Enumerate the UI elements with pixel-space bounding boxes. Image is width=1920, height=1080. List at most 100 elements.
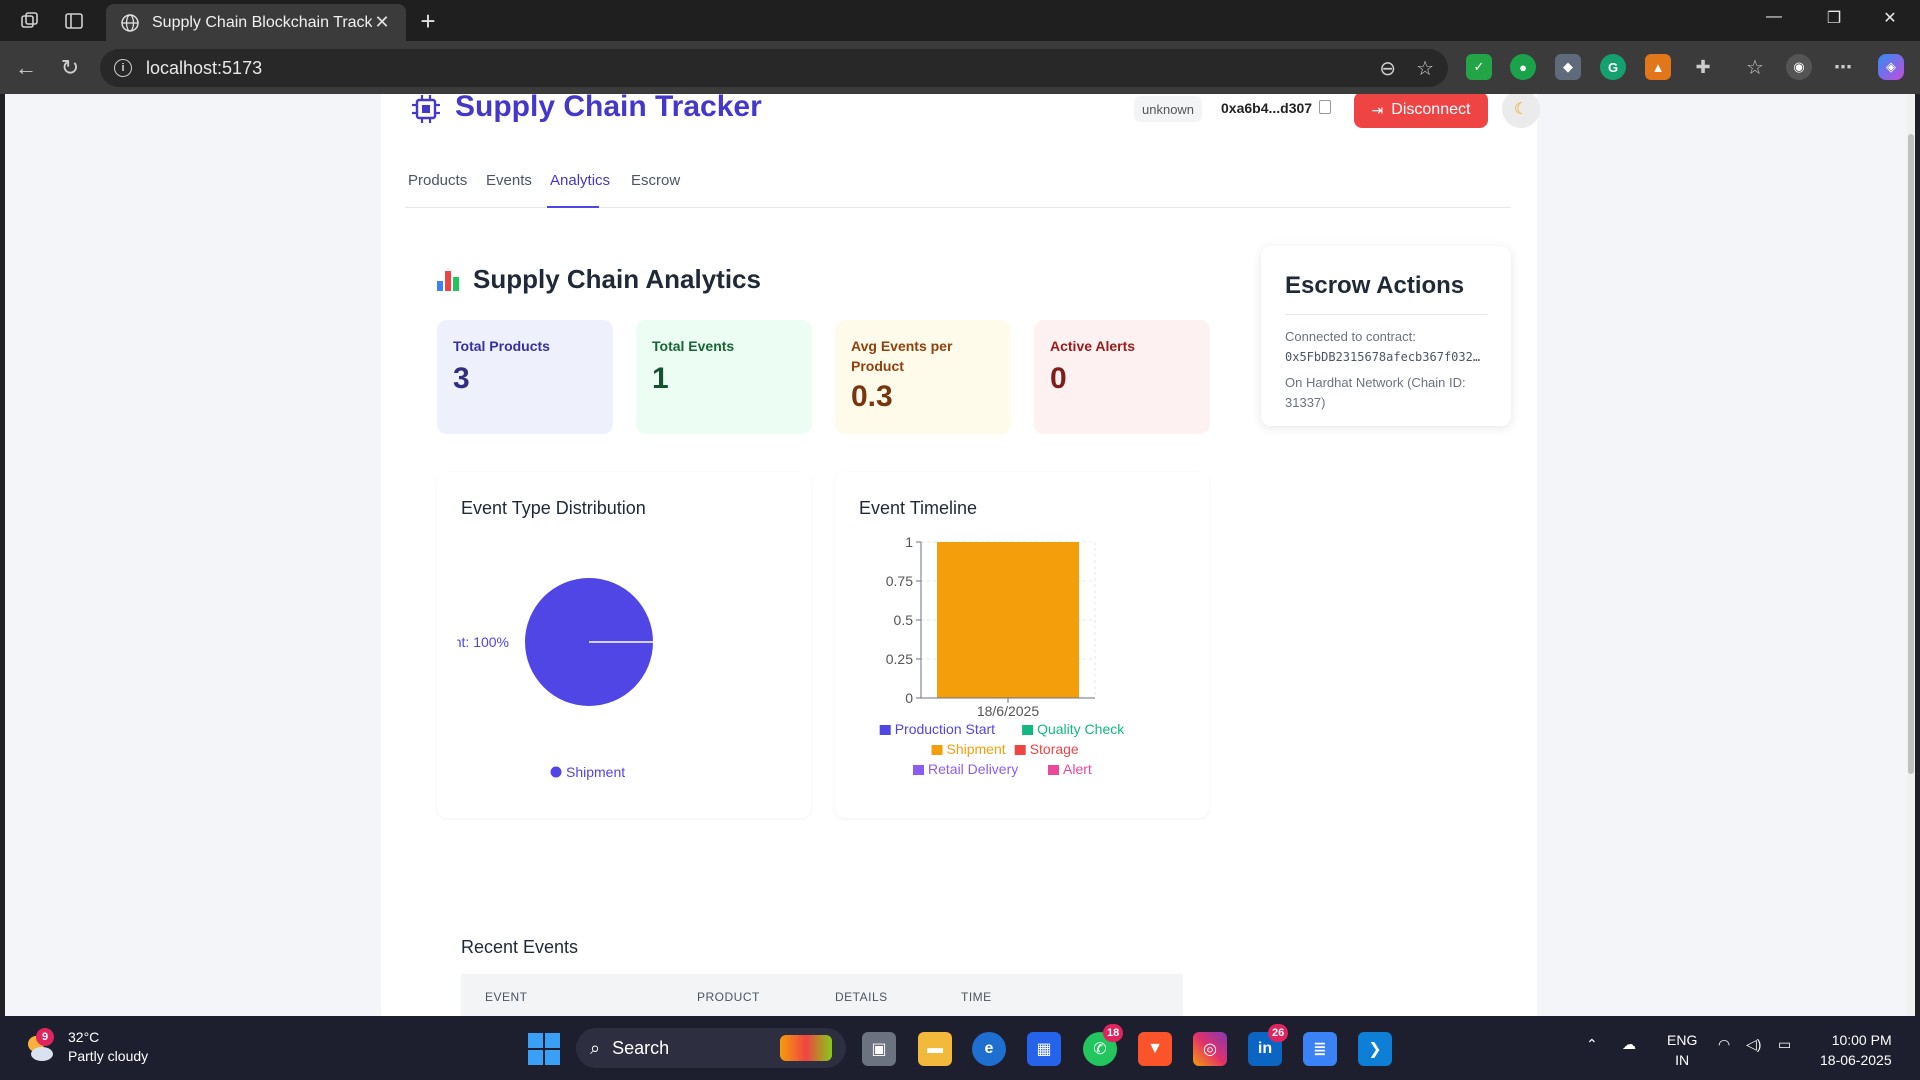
escrow-connected-line: Connected to contract: 0x5FbDB2315678afe…	[1285, 327, 1487, 367]
onedrive-icon[interactable]: ☁	[1622, 1036, 1636, 1053]
wifi-icon[interactable]: ◠	[1718, 1036, 1730, 1053]
tab-title: Supply Chain Blockchain Tracker	[152, 13, 372, 31]
favorites-icon[interactable]: ☆	[1742, 54, 1768, 80]
copy-icon[interactable]	[1319, 100, 1331, 114]
stat-card-avg-events: Avg Events per Product 0.3	[835, 320, 1011, 434]
browser-tab-active[interactable]: Supply Chain Blockchain Tracker ✕	[106, 4, 406, 41]
notepad-icon[interactable]: ≣	[1303, 1032, 1337, 1066]
search-icon: ⌕	[590, 1037, 601, 1058]
app-container: Supply Chain Tracker unknown 0xa6b4...d3…	[381, 94, 1540, 1016]
volume-icon[interactable]: ◁)	[1746, 1036, 1761, 1053]
legend-label: Alert	[1063, 761, 1092, 777]
restore-icon[interactable]: ❐	[1814, 8, 1854, 28]
bar-chart: 0 0.25 0.5 0.75 1 18/6/2025 Production Start Qu…	[879, 534, 1125, 777]
site-info-icon[interactable]: i	[114, 59, 132, 77]
favorite-star-icon[interactable]: ☆	[1416, 56, 1434, 81]
y-tick-label: 1	[905, 534, 913, 550]
more-menu-icon[interactable]: ⋯	[1830, 54, 1856, 80]
scrollbar-thumb[interactable]	[1908, 134, 1914, 774]
vertical-tabs-icon[interactable]	[62, 9, 86, 33]
page-viewport: Supply Chain Tracker unknown 0xa6b4...d3…	[5, 94, 1915, 1016]
escrow-contract-address: 0x5FbDB2315678afecb367f032d93F642f64180a…	[1285, 350, 1487, 364]
back-icon[interactable]: ←	[12, 54, 40, 82]
stat-value: 0	[1050, 362, 1067, 395]
language-indicator[interactable]: ENG IN	[1667, 1030, 1697, 1070]
app-header: Supply Chain Tracker unknown 0xa6b4...d3…	[411, 94, 1540, 134]
tab-products[interactable]: Products	[405, 162, 470, 208]
y-tick-label: 0.75	[886, 573, 913, 589]
stat-label: Avg Events per Product	[851, 338, 953, 374]
logout-icon: ⇥	[1371, 101, 1384, 118]
stat-label: Total Events	[652, 338, 735, 354]
legend-label: Quality Check	[1037, 721, 1125, 737]
column-header-details: DETAILS	[835, 990, 888, 1004]
extensions-puzzle-icon[interactable]: ✚	[1690, 54, 1716, 80]
language-line-1: ENG	[1667, 1032, 1698, 1048]
stat-label: Active Alerts	[1050, 338, 1136, 354]
close-tab-icon[interactable]: ✕	[372, 12, 392, 33]
stat-card-active-alerts: Active Alerts 0	[1034, 320, 1210, 434]
tab-events[interactable]: Events	[483, 162, 535, 208]
close-window-icon[interactable]: ✕	[1870, 8, 1910, 28]
pie-slice-label: Shipment: 100%	[437, 634, 509, 650]
network-badge: unknown	[1134, 96, 1203, 122]
metamask-extension-icon[interactable]: ▲	[1645, 54, 1671, 80]
page-scrollbar[interactable]	[1907, 94, 1915, 1016]
file-explorer-icon[interactable]: ▬	[918, 1032, 952, 1066]
vscode-icon[interactable]: ❯	[1358, 1032, 1392, 1066]
column-header-product: PRODUCT	[697, 990, 760, 1004]
windows-start-icon[interactable]	[528, 1033, 560, 1065]
new-tab-icon[interactable]: +	[414, 6, 442, 37]
tray-overflow-icon[interactable]: ⌃	[1586, 1036, 1598, 1053]
linkedin-icon[interactable]: in 26	[1248, 1024, 1289, 1066]
stat-card-total-products: Total Products 3	[437, 320, 613, 434]
browser-tabbar: Supply Chain Blockchain Tracker ✕ + — ❐ …	[0, 0, 1920, 41]
weather-text: 32°C Partly cloudy	[68, 1028, 148, 1066]
column-header-time: TIME	[961, 990, 992, 1004]
task-view-icon[interactable]: ▣	[862, 1032, 896, 1066]
whatsapp-icon[interactable]: ✆ 18	[1083, 1024, 1124, 1066]
disconnect-label: Disconnect	[1391, 101, 1471, 118]
brave-browser-icon[interactable]: ▼	[1138, 1032, 1172, 1066]
y-tick-label: 0.25	[886, 651, 913, 667]
legend-marker	[931, 745, 943, 755]
event-timeline-panel: Event Timeline 0 0.25 0.5 0.75 1 18/6/2025 Pro…	[835, 472, 1209, 818]
browser-toolbar: ← ↻ i localhost:5173 ⊖ ☆ ✓ ● ◆ G ▲ ✚ ☆ ◉…	[0, 41, 1920, 94]
reload-icon[interactable]: ↻	[56, 54, 84, 82]
tab-escrow[interactable]: Escrow	[628, 162, 683, 208]
taskbar-search[interactable]: ⌕ Search	[576, 1028, 846, 1068]
x-tick-label: 18/6/2025	[977, 703, 1039, 719]
shield-extension-icon[interactable]: ✓	[1466, 54, 1492, 80]
disconnect-button[interactable]: ⇥ Disconnect	[1354, 94, 1488, 128]
system-clock[interactable]: 10:00 PM 18-06-2025	[1820, 1030, 1892, 1070]
legend-label: Storage	[1030, 741, 1079, 757]
microsoft-store-icon[interactable]: ▦	[1027, 1032, 1061, 1066]
workspaces-icon[interactable]	[18, 9, 42, 33]
stat-value: 1	[652, 362, 669, 395]
pie-chart: Shipment: 100% Shipment	[437, 578, 653, 780]
escrow-title: Escrow Actions	[1285, 272, 1487, 315]
adblock-extension-icon[interactable]: ●	[1510, 54, 1536, 80]
edge-browser-icon[interactable]: e	[972, 1032, 1006, 1066]
recent-events-table-header: EVENT PRODUCT DETAILS TIME	[461, 974, 1183, 1016]
profile-avatar-icon[interactable]: ◉	[1786, 54, 1812, 80]
battery-icon[interactable]: ▭	[1778, 1036, 1791, 1053]
stat-card-total-events: Total Events 1	[636, 320, 812, 434]
legend-marker	[913, 765, 924, 775]
tab-analytics[interactable]: Analytics	[547, 162, 610, 208]
minimize-icon[interactable]: —	[1754, 8, 1794, 26]
weather-widget[interactable]: 9 32°C Partly cloudy	[22, 1028, 148, 1066]
zoom-icon[interactable]: ⊖	[1379, 56, 1396, 81]
url-text[interactable]: localhost:5173	[146, 58, 1359, 79]
legend-marker	[879, 725, 891, 735]
weather-condition: Partly cloudy	[68, 1048, 149, 1064]
address-bar[interactable]: i localhost:5173 ⊖ ☆	[100, 49, 1448, 87]
instagram-icon[interactable]: ◎	[1193, 1032, 1227, 1066]
theme-toggle-moon-icon[interactable]: ☾	[1502, 94, 1540, 128]
privacy-extension-icon[interactable]: ◆	[1555, 54, 1581, 80]
windows-taskbar: 9 32°C Partly cloudy ⌕ Search ▣ ▬ e ▦ ✆ …	[0, 1016, 1920, 1080]
whatsapp-badge: 18	[1103, 1024, 1124, 1042]
grammarly-extension-icon[interactable]: G	[1600, 54, 1626, 80]
copilot-icon[interactable]: ◈	[1878, 54, 1904, 80]
linkedin-badge: 26	[1268, 1024, 1289, 1042]
